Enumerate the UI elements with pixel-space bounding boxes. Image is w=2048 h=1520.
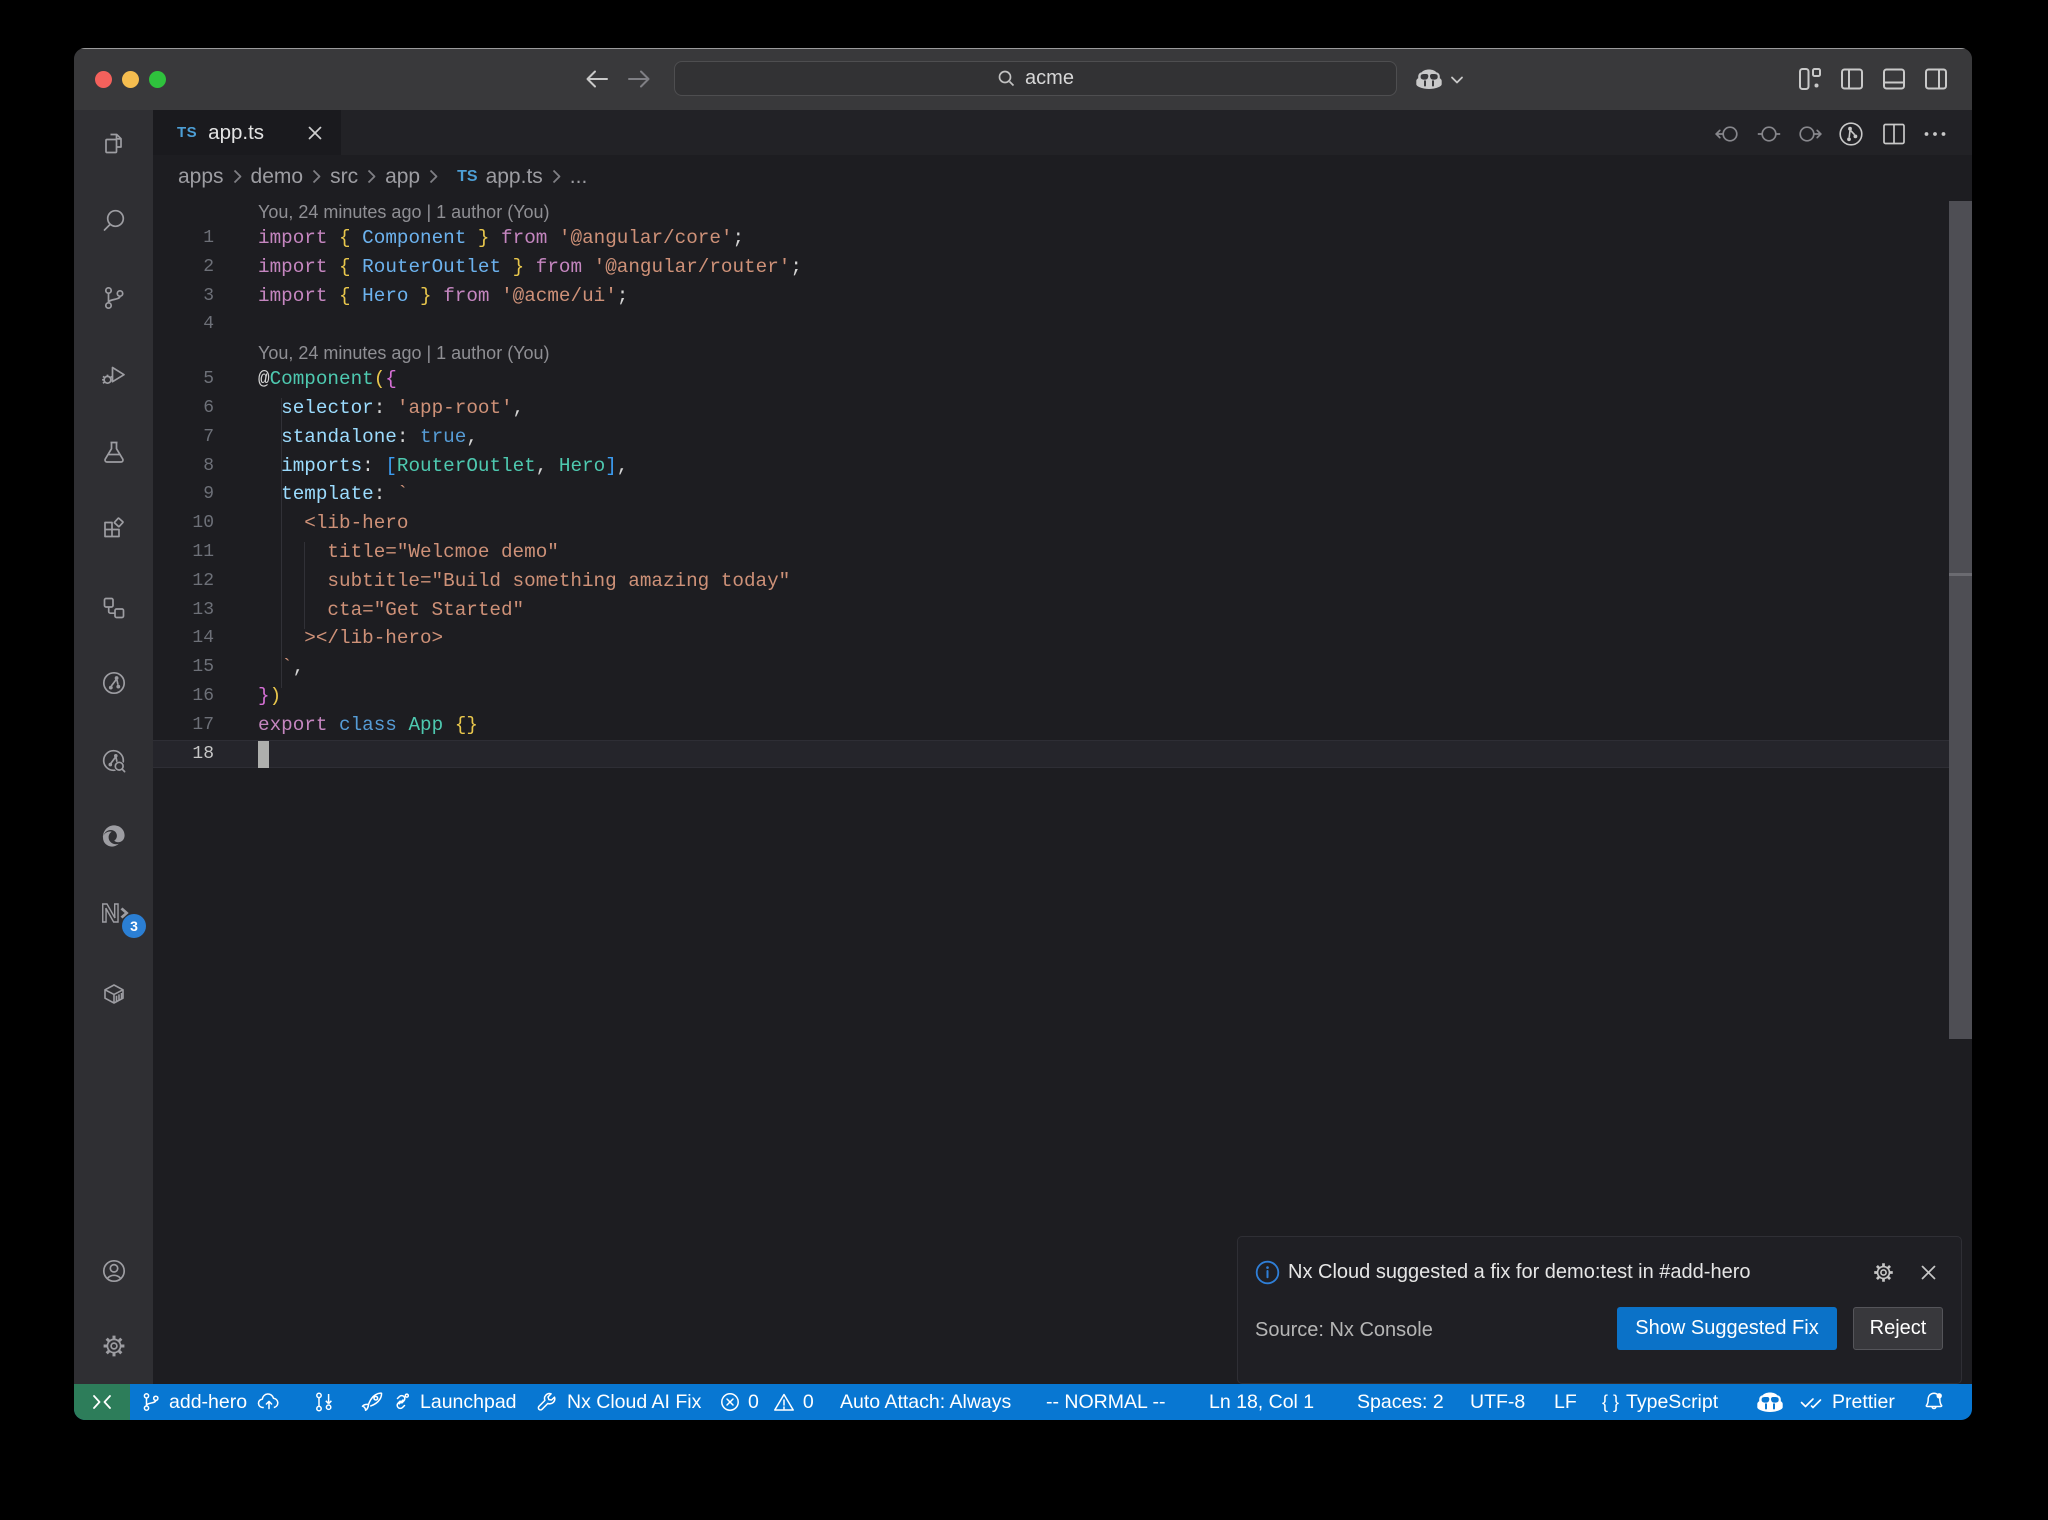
svg-text:N: N: [101, 898, 120, 928]
